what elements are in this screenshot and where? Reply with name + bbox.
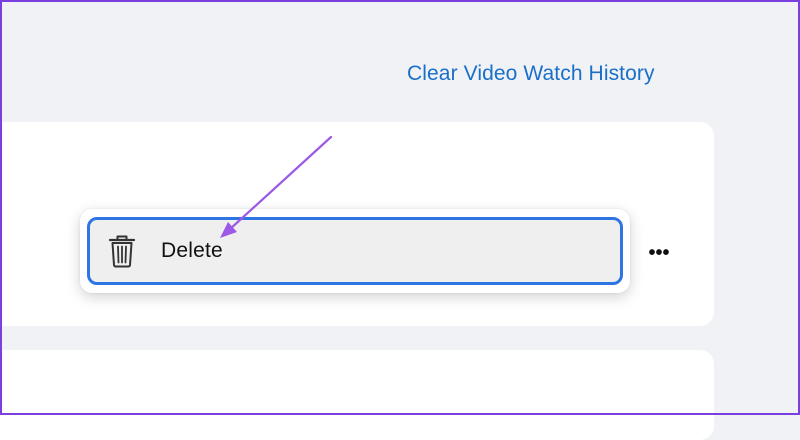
more-options-button[interactable]: ••• <box>640 236 678 270</box>
delete-label: Delete <box>161 239 223 262</box>
delete-menu-item[interactable]: Delete <box>87 217 623 285</box>
next-video-history-card <box>0 350 714 440</box>
ellipsis-icon: ••• <box>648 242 670 264</box>
clear-video-watch-history-link[interactable]: Clear Video Watch History <box>407 62 655 86</box>
trash-icon <box>107 234 137 268</box>
context-menu: Delete <box>80 209 630 293</box>
